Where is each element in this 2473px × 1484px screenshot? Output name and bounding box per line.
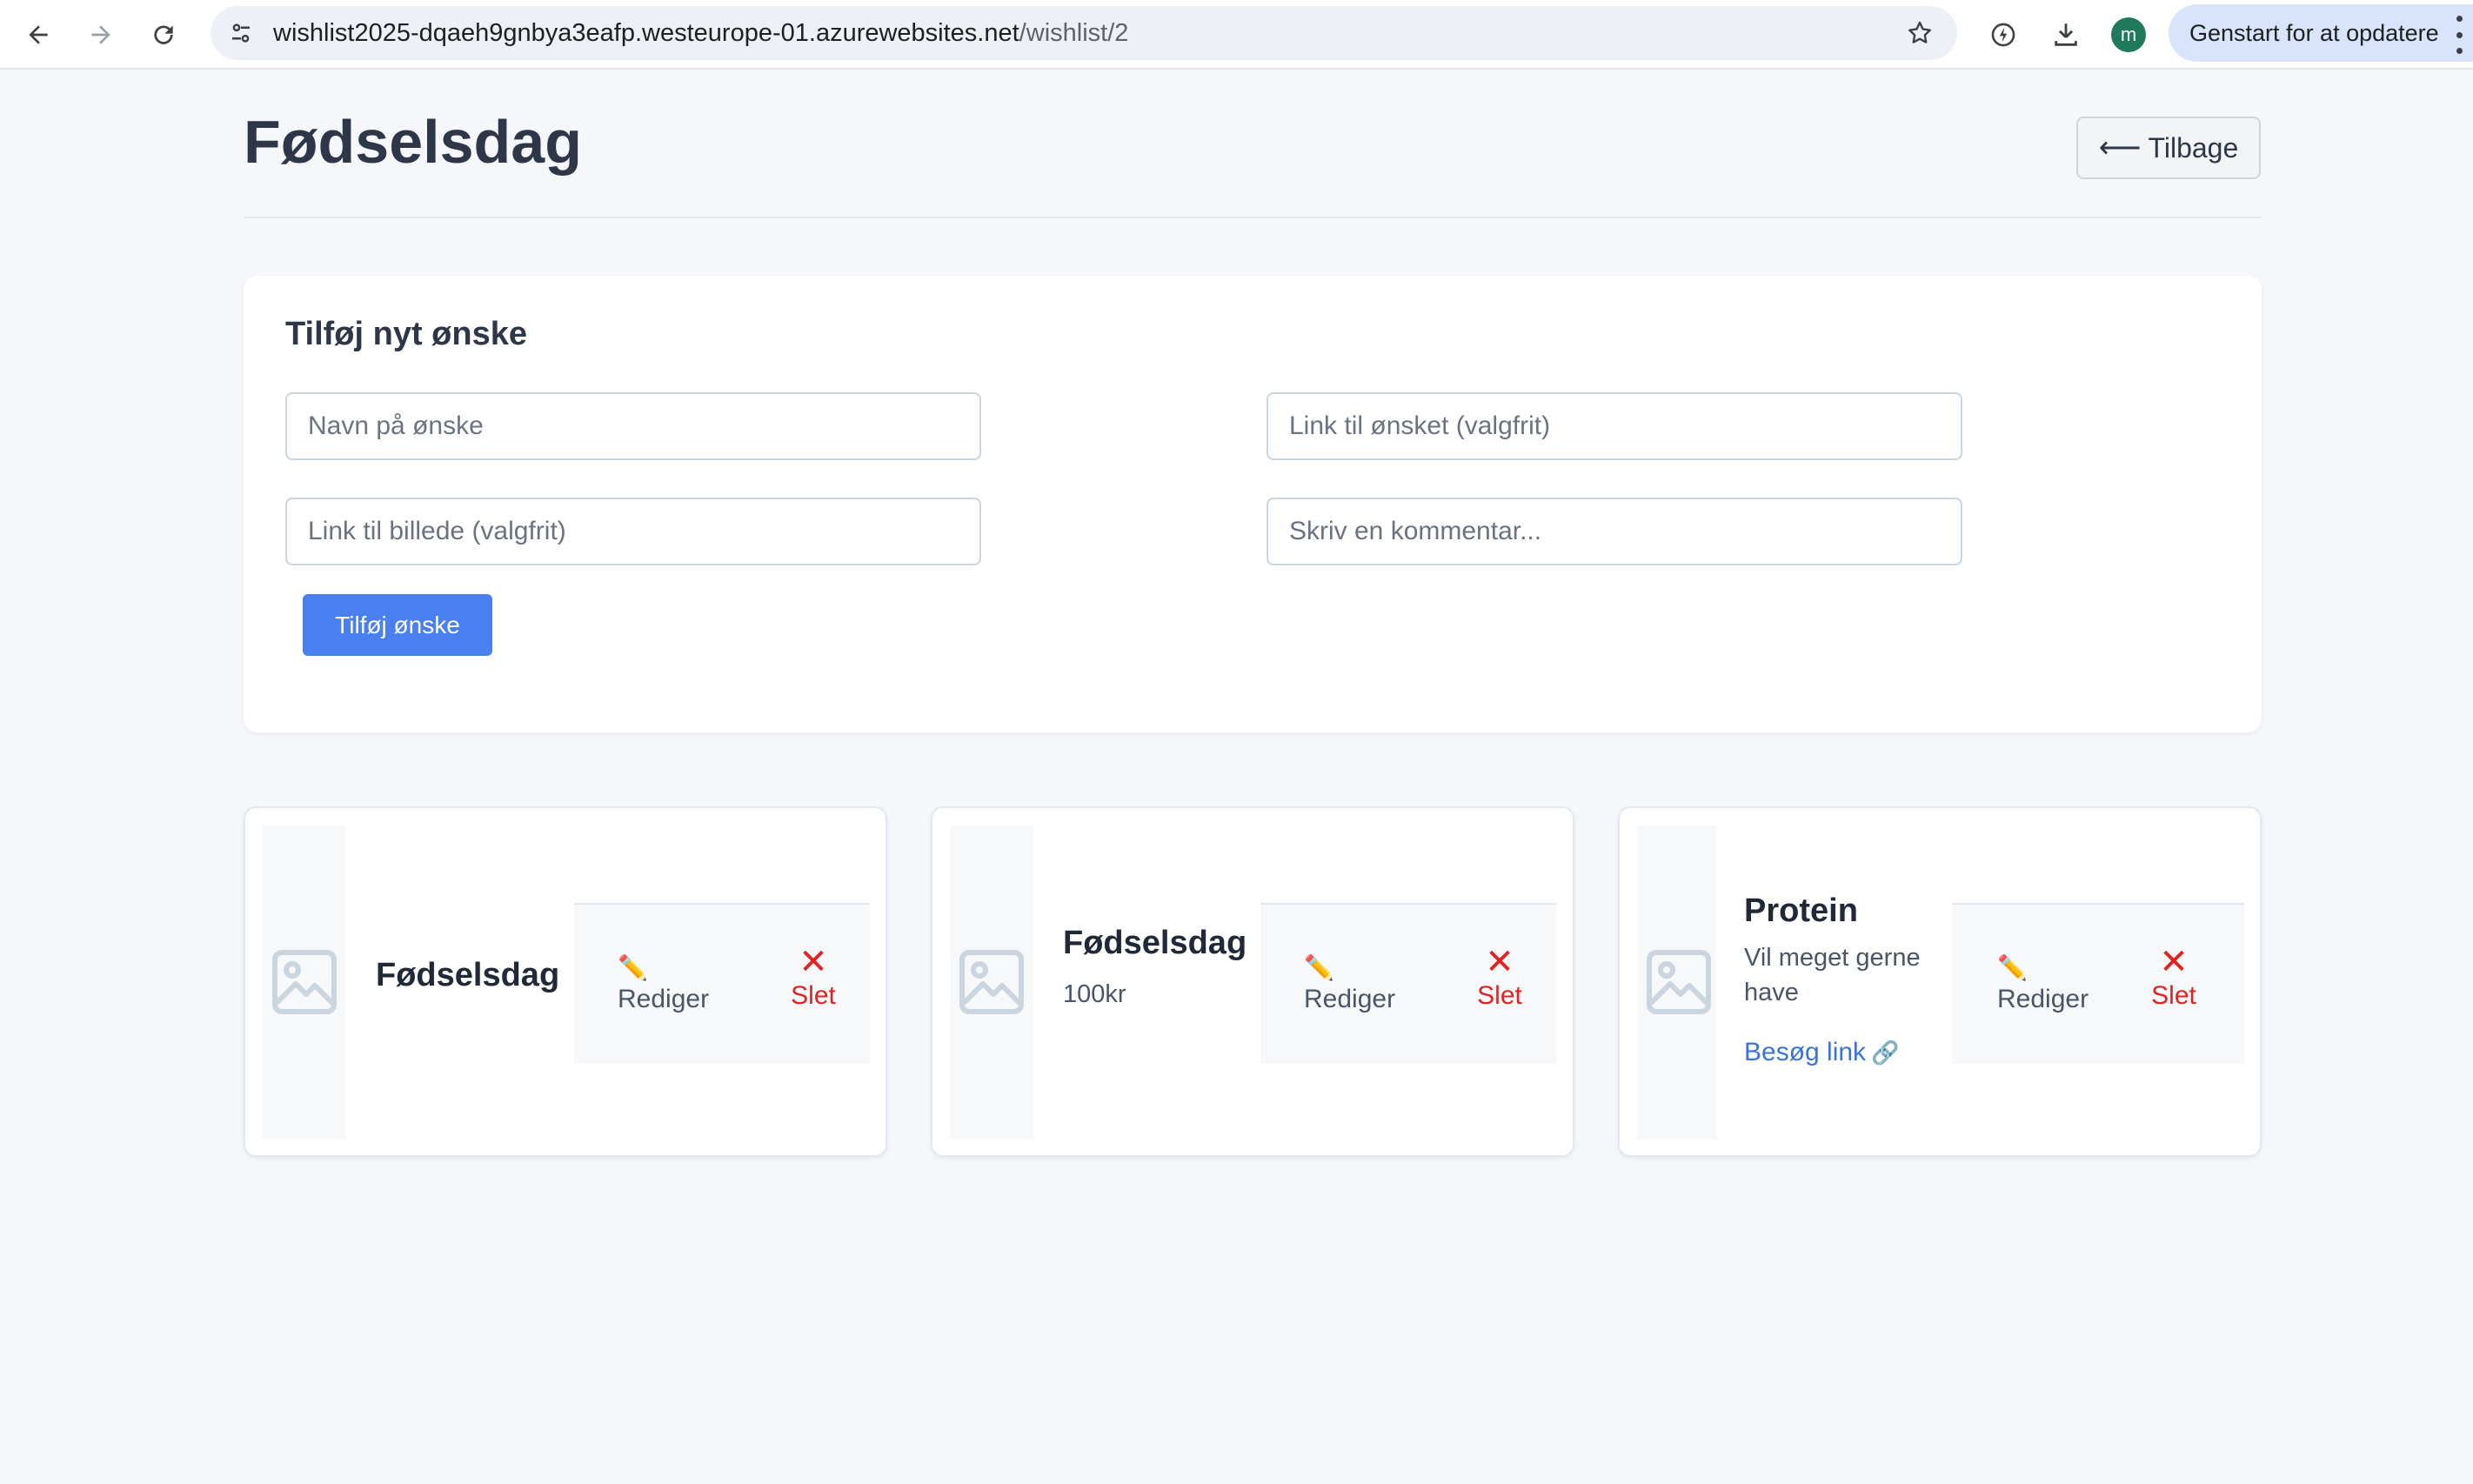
wish-image (1637, 826, 1717, 1140)
arrow-left-icon (29, 25, 48, 44)
back-nav-button[interactable] (16, 12, 61, 57)
wish-name: Fødselsdag (376, 957, 560, 993)
update-button[interactable]: Genstart for at opdatere (2169, 4, 2473, 62)
image-placeholder-icon (959, 950, 1024, 1014)
wish-actions: ✏️ Rediger ✕ Slet (1952, 903, 2244, 1064)
image-placeholder-icon (272, 950, 337, 1014)
wish-card: Fødselsdag ✏️ Rediger ✕ Slet (244, 806, 887, 1157)
wish-actions: ✏️ Rediger ✕ Slet (574, 903, 870, 1064)
url-text[interactable]: wishlist2025-dqaeh9gnbya3eafp.westeurope… (273, 6, 1128, 60)
add-wish-button[interactable]: Tilføj ønske (303, 594, 492, 656)
wish-link-input[interactable] (1267, 392, 1962, 460)
pencil-icon: ✏️ (1304, 954, 1334, 981)
reload-button[interactable] (141, 12, 186, 57)
pencil-icon: ✏️ (618, 954, 648, 981)
comment-input[interactable] (1267, 498, 1962, 565)
delete-label: Slet (2151, 981, 2196, 1010)
bookmark-star-button[interactable] (1898, 11, 1942, 55)
edit-label: Rediger (1997, 985, 2089, 1013)
forward-nav-button[interactable] (78, 12, 124, 57)
wish-actions: ✏️ Rediger ✕ Slet (1260, 903, 1556, 1064)
back-button[interactable]: ⟵ Tilbage (2076, 117, 2261, 179)
wish-comment: 100kr (1063, 980, 1126, 1008)
delete-button[interactable]: ✕ Slet (2143, 945, 2204, 1011)
page-title: Fødselsdag (244, 108, 582, 176)
delete-label: Slet (791, 981, 836, 1010)
add-wish-form: Tilføj nyt ønske Tilføj ønske (244, 276, 2262, 732)
arrow-right-icon (91, 25, 110, 44)
menu-dots-icon[interactable] (2453, 16, 2465, 54)
image-link-input[interactable] (285, 498, 981, 565)
wish-card: Fødselsdag 100kr ✏️ Rediger ✕ Slet (931, 806, 1574, 1157)
form-title: Tilføj nyt ønske (285, 316, 528, 352)
extension-button[interactable] (1979, 10, 2028, 59)
wish-image (263, 826, 346, 1140)
browser-toolbar: wishlist2025-dqaeh9gnbya3eafp.westeurope… (0, 0, 2473, 70)
header-divider (244, 217, 2262, 218)
edit-button[interactable]: ✏️ Rediger (618, 955, 713, 1014)
url-path: /wishlist/2 (1019, 19, 1129, 47)
delete-button[interactable]: ✕ Slet (1469, 945, 1530, 1011)
download-icon (2055, 23, 2077, 46)
wish-image (950, 826, 1033, 1140)
cross-icon: ✕ (1485, 943, 1514, 981)
wish-card: Protein Vil meget gerne have Besøg link 🔗… (1618, 806, 2262, 1157)
edit-label: Rediger (618, 985, 710, 1013)
visit-link[interactable]: Besøg link 🔗 (1744, 1038, 1899, 1067)
performance-icon (1991, 23, 2015, 47)
cross-icon: ✕ (799, 943, 828, 981)
delete-button[interactable]: ✕ Slet (783, 945, 844, 1011)
reload-icon (154, 25, 173, 44)
wish-name: Fødselsdag (1063, 925, 1247, 961)
address-bar[interactable]: wishlist2025-dqaeh9gnbya3eafp.westeurope… (211, 6, 1957, 60)
url-host: wishlist2025-dqaeh9gnbya3eafp.westeurope… (273, 19, 1019, 47)
downloads-button[interactable] (2042, 10, 2090, 59)
arrow-left-icon: ⟵ (2098, 131, 2142, 164)
edit-label: Rediger (1304, 985, 1396, 1013)
tune-icon (232, 23, 250, 43)
link-icon: 🔗 (1871, 1039, 1900, 1066)
pencil-icon: ✏️ (1997, 954, 2028, 981)
edit-button[interactable]: ✏️ Rediger (1997, 955, 2093, 1014)
profile-avatar[interactable]: m (2111, 17, 2146, 52)
wish-name-input[interactable] (285, 392, 981, 460)
cross-icon: ✕ (2159, 943, 2189, 981)
image-placeholder-icon (1647, 950, 1711, 1014)
edit-button[interactable]: ✏️ Rediger (1304, 955, 1400, 1014)
visit-link-label: Besøg link (1744, 1038, 1867, 1066)
wish-comment: Vil meget gerne have (1744, 944, 1921, 1006)
site-info-button[interactable] (219, 11, 263, 55)
wish-name: Protein (1744, 892, 1858, 929)
back-button-label: Tilbage (2148, 131, 2239, 164)
delete-label: Slet (1477, 981, 1522, 1010)
star-icon (1908, 21, 1931, 43)
